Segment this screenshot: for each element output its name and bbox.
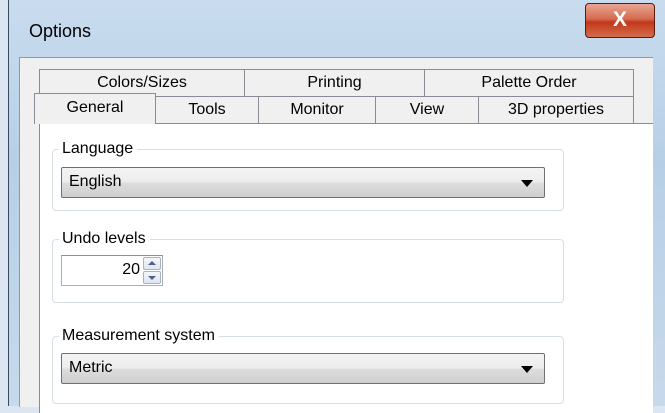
undo-levels-stepper[interactable]: 20 [61,255,163,286]
tab-3d-properties[interactable]: 3D properties [478,96,634,123]
window-title: Options [29,21,92,41]
measurement-system-dropdown[interactable]: Metric [61,353,545,384]
measurement-system-value: Metric [69,359,113,376]
chevron-down-icon [521,180,533,187]
tab-printing[interactable]: Printing [244,69,425,96]
spin-down-icon[interactable] [143,271,161,284]
undo-levels-value: 20 [122,261,140,278]
chevron-down-icon [521,366,533,373]
undo-levels-group: Undo levels 20 [52,229,564,303]
close-icon: X [612,8,627,31]
dialog-client-area: Colors/Sizes Printing Palette Order Gene… [19,57,653,413]
tab-palette-order[interactable]: Palette Order [424,69,634,96]
tab-general[interactable]: General [34,93,156,124]
spin-up-icon[interactable] [143,257,161,270]
tab-tools[interactable]: Tools [155,96,259,123]
tab-view[interactable]: View [375,96,479,123]
tab-colors-sizes[interactable]: Colors/Sizes [39,69,245,96]
general-tab-panel: Language English Undo levels 20 Measurem… [39,123,653,413]
title-bar[interactable]: Options X [9,0,665,56]
undo-levels-label: Undo levels [59,229,150,249]
options-window: Options X Colors/Sizes Printing Palette … [8,0,665,413]
language-dropdown[interactable]: English [61,167,545,198]
measurement-system-label: Measurement system [59,326,219,346]
measurement-system-group: Measurement system Metric [52,326,564,404]
language-label: Language [59,139,138,159]
tab-monitor[interactable]: Monitor [258,96,376,123]
close-button[interactable]: X [585,3,655,38]
language-value: English [69,173,122,190]
language-group: Language English [52,139,564,211]
